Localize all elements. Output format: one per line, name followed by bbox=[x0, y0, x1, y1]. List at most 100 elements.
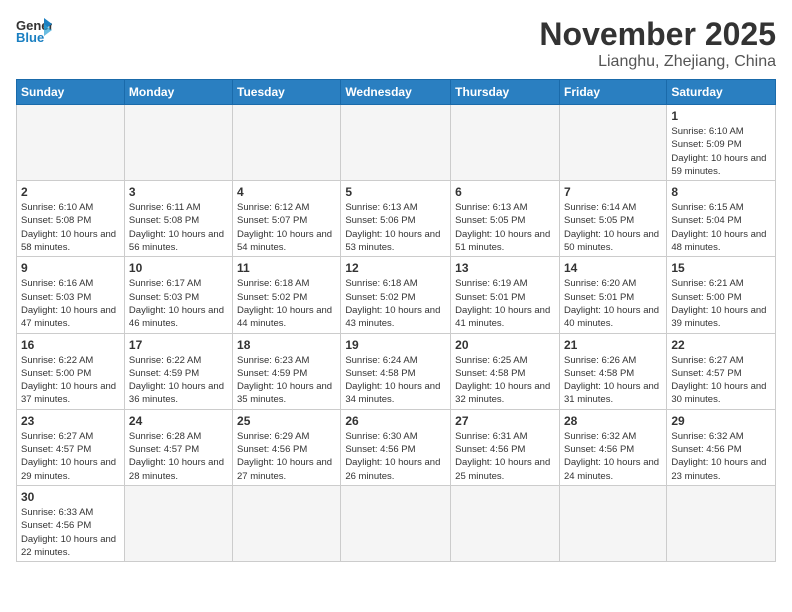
day-number: 18 bbox=[237, 338, 336, 352]
day-number: 10 bbox=[129, 261, 228, 275]
calendar-cell bbox=[233, 485, 341, 561]
location-subtitle: Lianghu, Zhejiang, China bbox=[539, 53, 776, 71]
day-info: Sunrise: 6:11 AM Sunset: 5:08 PM Dayligh… bbox=[129, 201, 228, 254]
day-number: 11 bbox=[237, 261, 336, 275]
weekday-header-monday: Monday bbox=[124, 80, 232, 105]
calendar-cell: 26 Sunrise: 6:30 AM Sunset: 4:56 PM Dayli… bbox=[341, 409, 451, 485]
day-info: Sunrise: 6:32 AM Sunset: 4:56 PM Dayligh… bbox=[671, 430, 771, 483]
day-number: 25 bbox=[237, 414, 336, 428]
calendar-cell: 7 Sunrise: 6:14 AM Sunset: 5:05 PM Daylig… bbox=[559, 181, 666, 257]
calendar-cell: 3 Sunrise: 6:11 AM Sunset: 5:08 PM Daylig… bbox=[124, 181, 232, 257]
day-info: Sunrise: 6:22 AM Sunset: 5:00 PM Dayligh… bbox=[21, 354, 120, 407]
day-number: 30 bbox=[21, 490, 120, 504]
day-number: 14 bbox=[564, 261, 662, 275]
calendar-cell: 24 Sunrise: 6:28 AM Sunset: 4:57 PM Dayli… bbox=[124, 409, 232, 485]
calendar-cell: 21 Sunrise: 6:26 AM Sunset: 4:58 PM Dayli… bbox=[559, 333, 666, 409]
day-info: Sunrise: 6:12 AM Sunset: 5:07 PM Dayligh… bbox=[237, 201, 336, 254]
weekday-header-saturday: Saturday bbox=[667, 80, 776, 105]
weekday-header-tuesday: Tuesday bbox=[233, 80, 341, 105]
day-info: Sunrise: 6:27 AM Sunset: 4:57 PM Dayligh… bbox=[21, 430, 120, 483]
calendar-cell: 30Sunrise: 6:33 AM Sunset: 4:56 PM Dayli… bbox=[17, 485, 125, 561]
calendar-cell bbox=[341, 105, 451, 181]
day-info: Sunrise: 6:19 AM Sunset: 5:01 PM Dayligh… bbox=[455, 277, 555, 330]
svg-text:Blue: Blue bbox=[16, 30, 44, 44]
day-info: Sunrise: 6:23 AM Sunset: 4:59 PM Dayligh… bbox=[237, 354, 336, 407]
calendar-cell: 9Sunrise: 6:16 AM Sunset: 5:03 PM Daylig… bbox=[17, 257, 125, 333]
weekday-header-thursday: Thursday bbox=[451, 80, 560, 105]
day-number: 15 bbox=[671, 261, 771, 275]
calendar-week-1: 1 Sunrise: 6:10 AM Sunset: 5:09 PM Daylig… bbox=[17, 105, 776, 181]
calendar-week-3: 9Sunrise: 6:16 AM Sunset: 5:03 PM Daylig… bbox=[17, 257, 776, 333]
day-number: 24 bbox=[129, 414, 228, 428]
day-info: Sunrise: 6:24 AM Sunset: 4:58 PM Dayligh… bbox=[345, 354, 446, 407]
calendar-cell: 23 Sunrise: 6:27 AM Sunset: 4:57 PM Dayli… bbox=[17, 409, 125, 485]
day-info: Sunrise: 6:28 AM Sunset: 4:57 PM Dayligh… bbox=[129, 430, 228, 483]
day-number: 3 bbox=[129, 185, 228, 199]
weekday-header-wednesday: Wednesday bbox=[341, 80, 451, 105]
day-info: Sunrise: 6:31 AM Sunset: 4:56 PM Dayligh… bbox=[455, 430, 555, 483]
day-number: 19 bbox=[345, 338, 446, 352]
calendar-week-6: 30Sunrise: 6:33 AM Sunset: 4:56 PM Dayli… bbox=[17, 485, 776, 561]
day-info: Sunrise: 6:14 AM Sunset: 5:05 PM Dayligh… bbox=[564, 201, 662, 254]
calendar-cell bbox=[233, 105, 341, 181]
calendar-cell: 8Sunrise: 6:15 AM Sunset: 5:04 PM Daylig… bbox=[667, 181, 776, 257]
day-number: 21 bbox=[564, 338, 662, 352]
day-info: Sunrise: 6:15 AM Sunset: 5:04 PM Dayligh… bbox=[671, 201, 771, 254]
calendar-cell: 5 Sunrise: 6:13 AM Sunset: 5:06 PM Daylig… bbox=[341, 181, 451, 257]
day-info: Sunrise: 6:27 AM Sunset: 4:57 PM Dayligh… bbox=[671, 354, 771, 407]
day-number: 28 bbox=[564, 414, 662, 428]
calendar-cell: 25 Sunrise: 6:29 AM Sunset: 4:56 PM Dayli… bbox=[233, 409, 341, 485]
calendar-cell: 10 Sunrise: 6:17 AM Sunset: 5:03 PM Dayli… bbox=[124, 257, 232, 333]
day-info: Sunrise: 6:18 AM Sunset: 5:02 PM Dayligh… bbox=[345, 277, 446, 330]
day-number: 5 bbox=[345, 185, 446, 199]
day-info: Sunrise: 6:32 AM Sunset: 4:56 PM Dayligh… bbox=[564, 430, 662, 483]
day-info: Sunrise: 6:26 AM Sunset: 4:58 PM Dayligh… bbox=[564, 354, 662, 407]
weekday-header-sunday: Sunday bbox=[17, 80, 125, 105]
day-number: 26 bbox=[345, 414, 446, 428]
day-number: 23 bbox=[21, 414, 120, 428]
calendar-week-4: 16 Sunrise: 6:22 AM Sunset: 5:00 PM Dayli… bbox=[17, 333, 776, 409]
calendar-cell: 14Sunrise: 6:20 AM Sunset: 5:01 PM Dayli… bbox=[559, 257, 666, 333]
day-info: Sunrise: 6:13 AM Sunset: 5:05 PM Dayligh… bbox=[455, 201, 555, 254]
month-year-title: November 2025 bbox=[539, 16, 776, 53]
day-number: 2 bbox=[21, 185, 120, 199]
day-number: 6 bbox=[455, 185, 555, 199]
calendar-cell: 20Sunrise: 6:25 AM Sunset: 4:58 PM Dayli… bbox=[451, 333, 560, 409]
calendar-cell: 1 Sunrise: 6:10 AM Sunset: 5:09 PM Daylig… bbox=[667, 105, 776, 181]
logo-icon: General Blue bbox=[16, 16, 52, 44]
calendar-cell: 28 Sunrise: 6:32 AM Sunset: 4:56 PM Dayli… bbox=[559, 409, 666, 485]
day-info: Sunrise: 6:29 AM Sunset: 4:56 PM Dayligh… bbox=[237, 430, 336, 483]
calendar-cell: 16 Sunrise: 6:22 AM Sunset: 5:00 PM Dayli… bbox=[17, 333, 125, 409]
calendar-cell bbox=[17, 105, 125, 181]
day-number: 13 bbox=[455, 261, 555, 275]
day-number: 7 bbox=[564, 185, 662, 199]
day-info: Sunrise: 6:25 AM Sunset: 4:58 PM Dayligh… bbox=[455, 354, 555, 407]
day-info: Sunrise: 6:10 AM Sunset: 5:09 PM Dayligh… bbox=[671, 125, 771, 178]
calendar-cell bbox=[451, 105, 560, 181]
day-info: Sunrise: 6:22 AM Sunset: 4:59 PM Dayligh… bbox=[129, 354, 228, 407]
day-number: 17 bbox=[129, 338, 228, 352]
calendar-header-row: SundayMondayTuesdayWednesdayThursdayFrid… bbox=[17, 80, 776, 105]
title-area: November 2025 Lianghu, Zhejiang, China bbox=[539, 16, 776, 71]
calendar-cell: 11 Sunrise: 6:18 AM Sunset: 5:02 PM Dayli… bbox=[233, 257, 341, 333]
day-number: 4 bbox=[237, 185, 336, 199]
calendar-week-5: 23 Sunrise: 6:27 AM Sunset: 4:57 PM Dayli… bbox=[17, 409, 776, 485]
day-number: 22 bbox=[671, 338, 771, 352]
day-number: 27 bbox=[455, 414, 555, 428]
calendar-cell bbox=[559, 485, 666, 561]
calendar-cell bbox=[124, 105, 232, 181]
day-number: 29 bbox=[671, 414, 771, 428]
day-info: Sunrise: 6:13 AM Sunset: 5:06 PM Dayligh… bbox=[345, 201, 446, 254]
calendar-cell: 27 Sunrise: 6:31 AM Sunset: 4:56 PM Dayli… bbox=[451, 409, 560, 485]
calendar-cell: 29 Sunrise: 6:32 AM Sunset: 4:56 PM Dayli… bbox=[667, 409, 776, 485]
day-number: 1 bbox=[671, 109, 771, 123]
calendar-cell bbox=[124, 485, 232, 561]
day-number: 16 bbox=[21, 338, 120, 352]
calendar-week-2: 2Sunrise: 6:10 AM Sunset: 5:08 PM Daylig… bbox=[17, 181, 776, 257]
logo: General Blue bbox=[16, 16, 52, 44]
weekday-header-friday: Friday bbox=[559, 80, 666, 105]
day-info: Sunrise: 6:30 AM Sunset: 4:56 PM Dayligh… bbox=[345, 430, 446, 483]
day-info: Sunrise: 6:18 AM Sunset: 5:02 PM Dayligh… bbox=[237, 277, 336, 330]
day-info: Sunrise: 6:17 AM Sunset: 5:03 PM Dayligh… bbox=[129, 277, 228, 330]
day-number: 12 bbox=[345, 261, 446, 275]
